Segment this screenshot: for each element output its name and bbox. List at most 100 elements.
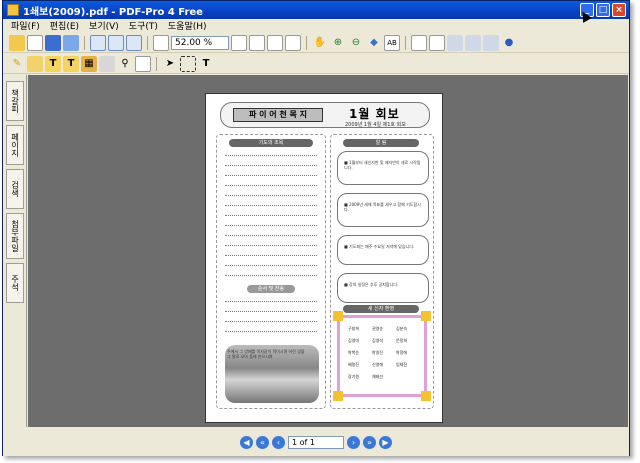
last-page-icon[interactable]: » [363,436,376,449]
section-heading: 순서 및 찬송 [247,285,295,293]
menu-view[interactable]: 보기(V) [89,19,119,32]
notice-text: ■ 강의 일정은 추후 공지합니다. [344,282,399,287]
dotted-line [225,321,317,322]
actual-size-icon[interactable] [285,34,301,51]
dotted-line [225,215,317,216]
edit-toolbar: ✎ T T ▦ ⚲ ➤ T [3,54,629,74]
newsletter-logo: 파 이 어 천 목 지 [233,108,323,122]
photo-caption: 주께서 그 양떼를 목자같이 먹이시며 어린 양을 그 팔로 모아 품에 안으시… [227,349,305,359]
menu-tools[interactable]: 도구(T) [129,19,158,32]
dotted-line [225,185,317,186]
notice-text: ■ 1월부터 새신자반 및 제자반이 새로 시작됩니다. [344,160,421,170]
member-name: 김분숙 [396,326,408,331]
toolbar-separator [156,56,157,71]
note-icon[interactable] [135,55,151,72]
table-icon[interactable]: ▦ [81,55,97,72]
dotted-line [225,205,317,206]
pdf-page[interactable]: 파 이 어 천 목 지 1월 회보 2009년 1월 4일 제1호 회보 기도의… [205,93,443,423]
toolbar-separator [306,35,307,50]
document-list-icon[interactable] [429,34,445,51]
marquee-select-icon[interactable] [180,55,196,72]
dotted-line [225,195,317,196]
maximize-button[interactable]: □ [596,3,610,17]
right-column: 알 림 ■ 1월부터 새신자반 및 제자반이 새로 시작됩니다. ■ 2009년… [330,134,434,409]
new-document-icon[interactable] [27,34,43,51]
member-name: 김영미 [348,338,360,343]
close-button[interactable]: × [612,3,626,17]
zoom-input[interactable]: 52.00 % [171,35,229,50]
save-icon[interactable] [45,34,61,51]
tab-annotations[interactable]: 주석 [6,263,24,303]
member-name: 박영진 [372,350,384,355]
forward-icon[interactable]: ▶ [379,436,392,449]
scan-icon[interactable] [483,34,499,51]
text-select-icon[interactable]: T [198,56,214,72]
book-icon[interactable] [447,34,463,51]
menu-edit[interactable]: 편집(E) [50,19,79,32]
print-icon[interactable] [465,34,481,51]
back-icon[interactable]: ◀ [240,436,253,449]
pdf-split-icon[interactable] [126,34,142,51]
pdf-export-icon[interactable] [90,34,106,51]
toolbar-separator [405,35,406,50]
brush-icon[interactable]: ✎ [9,56,25,72]
newsletter-header: 파 이 어 천 목 지 1월 회보 2009년 1월 4일 제1호 회보 [220,102,430,128]
open-folder-icon[interactable] [9,34,25,51]
link-icon[interactable]: ⚲ [117,56,133,72]
dotted-line [225,301,317,302]
section-heading: 새 신자 환영 [343,305,419,313]
tab-bookmarks[interactable]: 책갈피 [6,81,24,121]
previous-page-icon[interactable]: ‹ [272,436,285,449]
frame-corner [333,391,343,401]
dotted-line [225,165,317,166]
page-number-input[interactable]: 1 of 1 [288,436,344,449]
next-page-icon[interactable]: › [347,436,360,449]
fit-page-icon[interactable] [231,34,247,51]
dotted-line [225,235,317,236]
menu-help[interactable]: 도움말(H) [168,19,207,32]
ab-text-icon[interactable]: AB [384,34,400,51]
newsletter-title: 1월 회보 [349,107,400,121]
clipboard-icon[interactable] [27,55,43,72]
pdf-merge-icon[interactable] [108,34,124,51]
page-view-icon[interactable] [153,34,169,51]
email-icon[interactable] [63,34,79,51]
dotted-line [225,311,317,312]
arrow-select-icon[interactable]: ➤ [162,56,178,72]
tab-search[interactable]: 검색 [6,169,24,209]
sidebar: 책갈피 페이지 검색 첨부파일 주석 [3,75,27,427]
member-name: 구창희 [348,326,360,331]
image-icon[interactable] [99,55,115,72]
text-box-icon[interactable]: T [63,55,79,72]
eraser-icon[interactable]: ◆ [366,35,382,51]
member-name: 박복순 [348,350,360,355]
fit-height-icon[interactable] [267,34,283,51]
fit-width-icon[interactable] [249,34,265,51]
tab-attachments[interactable]: 첨부파일 [6,213,24,259]
menu-file[interactable]: 파일(F) [11,19,40,32]
hand-tool-icon[interactable]: ✋ [312,35,328,51]
document-properties-icon[interactable] [411,34,427,51]
app-icon [7,4,19,16]
text-tool-icon[interactable]: T [45,55,61,72]
globe-icon[interactable]: ● [501,35,517,51]
tab-pages[interactable]: 페이지 [6,125,24,165]
window-title: 1쇄보(2009).pdf - PDF-Pro 4 Free [23,6,203,18]
zoom-in-icon[interactable]: ⊕ [330,35,346,51]
dotted-line [225,255,317,256]
section-heading: 알 림 [343,139,419,147]
title-bar: 1쇄보(2009).pdf - PDF-Pro 4 Free _ □ × [3,1,629,19]
member-name: 임채진 [396,362,408,367]
dotted-line [225,225,317,226]
zoom-out-icon[interactable]: ⊖ [348,35,364,51]
first-page-icon[interactable]: « [256,436,269,449]
document-viewer[interactable]: 파 이 어 천 목 지 1월 회보 2009년 1월 4일 제1호 회보 기도의… [28,75,628,427]
member-name: 문정희 [396,338,408,343]
dotted-line [225,331,317,332]
notice-box: ■ 1월부터 새신자반 및 제자반이 새로 시작됩니다. [337,151,429,185]
main-toolbar: 52.00 % ✋ ⊕ ⊖ ◆ AB ● [3,33,629,53]
dotted-line [225,275,317,276]
left-column: 기도의 조목 순서 및 찬송 주께서 그 양떼를 목자같이 먹이시며 어린 양을… [216,134,326,409]
notice-box: ■ 강의 일정은 추후 공지합니다. [337,273,429,303]
frame-corner [421,391,431,401]
